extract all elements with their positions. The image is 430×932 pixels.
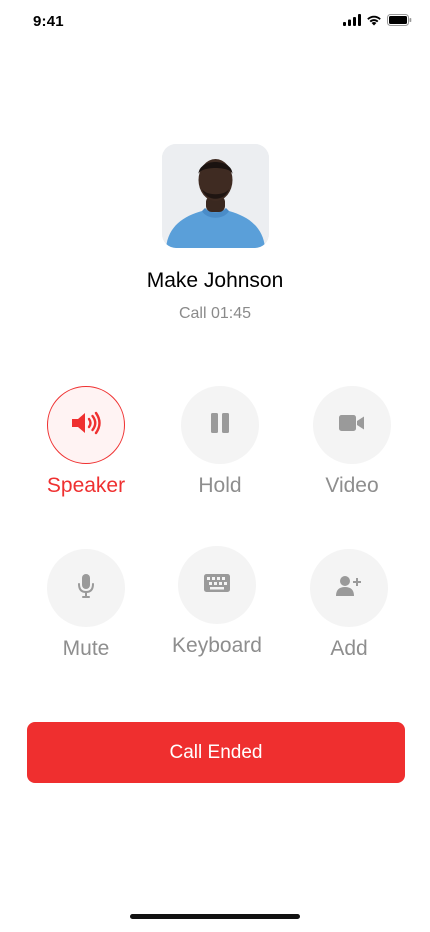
speaker-button[interactable]: Speaker (31, 386, 141, 498)
end-call-button[interactable]: Call Ended (27, 722, 405, 783)
hold-button-circle[interactable] (181, 386, 259, 464)
hold-label: Hold (198, 474, 242, 497)
add-label: Add (330, 637, 368, 660)
video-label: Video (325, 474, 379, 497)
mute-button-circle[interactable] (47, 549, 125, 627)
wifi-icon (366, 14, 382, 26)
status-icons (343, 14, 412, 26)
add-person-icon (336, 575, 362, 602)
status-bar: 9:41 (0, 0, 430, 44)
hold-button[interactable]: Hold (165, 386, 275, 498)
keyboard-button-circle[interactable] (178, 546, 256, 624)
speaker-icon (70, 410, 102, 441)
add-call-button-circle[interactable] (310, 549, 388, 627)
pause-icon (208, 411, 232, 440)
mute-label: Mute (62, 637, 110, 660)
keyboard-icon (204, 573, 230, 597)
mute-button[interactable]: Mute (31, 549, 141, 661)
video-camera-icon (339, 414, 365, 437)
keyboard-button[interactable]: Keyboard (162, 546, 272, 658)
add-call-button[interactable]: Add (294, 549, 404, 661)
video-button[interactable]: Video (297, 386, 407, 498)
keyboard-label: Keyboard (172, 634, 262, 657)
signal-icon (343, 14, 361, 26)
microphone-icon (77, 573, 95, 604)
caller-name: Make Johnson (146, 269, 284, 292)
home-indicator (130, 914, 300, 919)
battery-icon (387, 14, 412, 26)
speaker-label: Speaker (46, 474, 126, 497)
caller-avatar (162, 144, 269, 248)
call-timer: Call 01:45 (178, 305, 252, 322)
speaker-button-circle[interactable] (47, 386, 125, 464)
status-time: 9:41 (33, 13, 64, 30)
video-button-circle[interactable] (313, 386, 391, 464)
